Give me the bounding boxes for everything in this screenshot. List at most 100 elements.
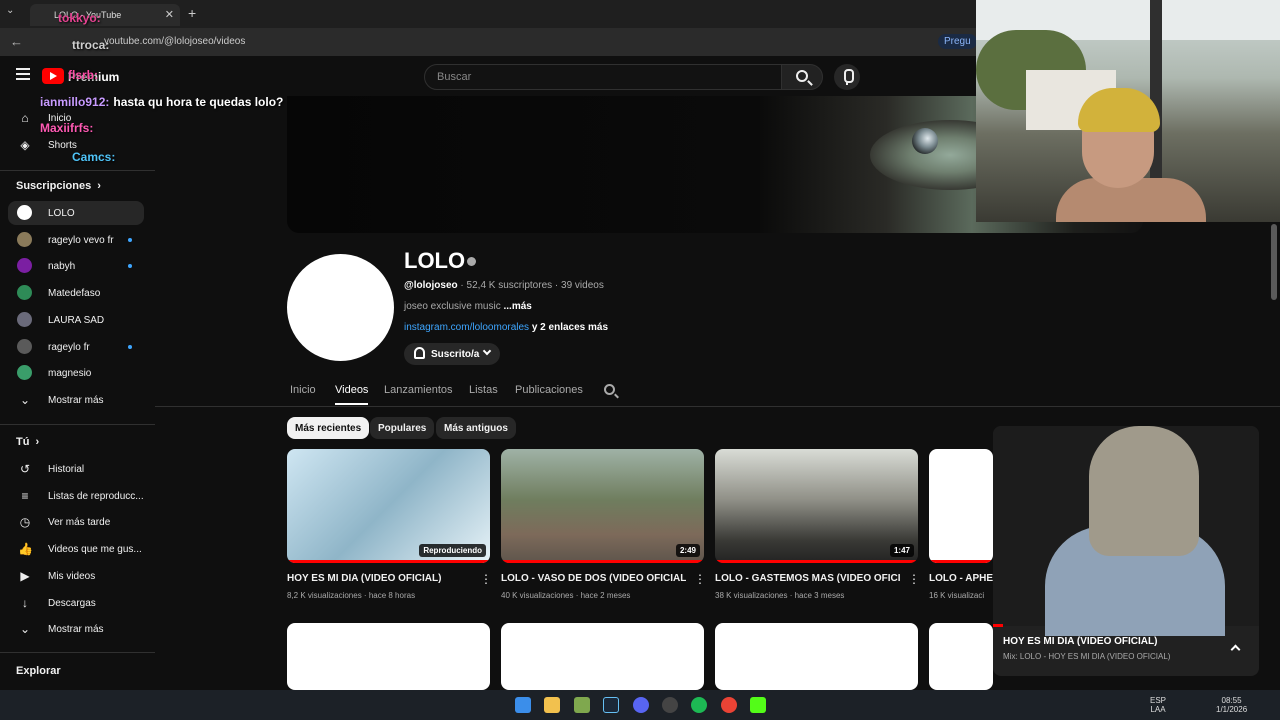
channel-avatar[interactable] <box>287 254 394 361</box>
video-thumbnail-placeholder[interactable] <box>715 623 918 690</box>
video-thumbnail[interactable]: Reproduciendo <box>287 449 490 563</box>
sidebar-item-liked[interactable]: 👍 Videos que me gus... <box>8 537 144 561</box>
sidebar-item-downloads[interactable]: ↓ Descargas <box>8 591 144 615</box>
chrome-icon[interactable] <box>721 697 737 713</box>
app-icon[interactable] <box>574 697 590 713</box>
sort-chip[interactable]: Populares <box>370 417 435 439</box>
file-explorer-icon[interactable] <box>544 697 560 713</box>
language-code: ESP <box>1150 696 1167 705</box>
channel-description[interactable]: joseo exclusive music ...más <box>404 301 532 312</box>
you-header[interactable]: Tú › <box>16 436 39 448</box>
sidebar-divider <box>0 424 155 425</box>
language-indicator[interactable]: ESP LAA <box>1150 696 1166 714</box>
tab-listas[interactable]: Listas <box>469 384 498 396</box>
menu-icon[interactable] <box>16 68 30 80</box>
search-button[interactable] <box>781 64 823 90</box>
steam-icon[interactable] <box>603 697 619 713</box>
show-more-you[interactable]: ⌄ Mostrar más <box>8 617 144 641</box>
sidebar-item-my-videos[interactable]: ▶ Mis videos <box>8 564 144 588</box>
clock[interactable]: 08:55 1/1/2026 <box>1216 696 1247 714</box>
sidebar-divider <box>0 170 155 171</box>
video-thumbnail[interactable]: 2:49 <box>501 449 704 563</box>
more-links[interactable]: y 2 enlaces más <box>529 322 608 333</box>
miniplayer-video[interactable] <box>993 426 1259 636</box>
subscription-item[interactable]: nabyh <box>8 254 144 278</box>
video-title[interactable]: HOY ES MI DIA (VIDEO OFICIAL) <box>287 573 472 584</box>
video-thumbnail[interactable]: 1:47 <box>715 449 918 563</box>
sidebar-item-watch-later[interactable]: ◷ Ver más tarde <box>8 510 144 534</box>
sort-chip[interactable]: Más recientes <box>287 417 370 439</box>
obs-icon[interactable] <box>662 697 678 713</box>
video-meta: 38 K visualizaciones · hace 3 meses <box>715 591 845 600</box>
video-title[interactable]: LOLO - VASO DE DOS (VIDEO OFICIAL) <box>501 573 686 584</box>
chevron-down-icon <box>482 346 492 356</box>
youtube-logo-icon[interactable] <box>42 68 64 84</box>
subscription-item[interactable]: LOLO <box>8 201 144 225</box>
search-icon <box>796 70 808 82</box>
expand-icon[interactable] <box>1230 644 1241 655</box>
sidebar-item-playlists[interactable]: ≡ Listas de reproducc... <box>8 484 144 508</box>
subscribed-button[interactable]: Suscrito/a <box>404 343 500 365</box>
video-meta: 40 K visualizaciones · hace 2 meses <box>501 591 631 600</box>
voice-search-icon[interactable] <box>834 64 860 90</box>
active-tab-underline <box>335 403 368 405</box>
home-icon: ⌂ <box>21 111 29 125</box>
more-options-icon[interactable]: ⋮ <box>480 573 492 586</box>
kick-icon[interactable] <box>750 697 766 713</box>
chat-username: Camcs: <box>72 150 116 164</box>
spotify-icon[interactable] <box>691 697 707 713</box>
page-scrollbar[interactable] <box>1271 224 1277 300</box>
more-options-icon[interactable]: ⋮ <box>908 573 920 586</box>
subscription-label: Matedefaso <box>48 288 101 300</box>
more-options-icon[interactable]: ⋮ <box>694 573 706 586</box>
browser-tab[interactable]: LOLO - YouTube ✕ <box>30 4 180 26</box>
tab-close-icon[interactable]: ✕ <box>165 8 174 21</box>
description-more-link[interactable]: ...más <box>503 301 531 312</box>
sidebar-item-label: Ver más tarde <box>48 517 111 529</box>
discord-icon[interactable] <box>633 697 649 713</box>
sidebar-item-history[interactable]: ↺ Historial <box>8 457 144 481</box>
video-thumbnail[interactable] <box>929 449 993 563</box>
subscription-item[interactable]: Matedefaso <box>8 281 144 305</box>
tab-publicaciones[interactable]: Publicaciones <box>515 384 583 396</box>
banner-eye-pupil <box>912 128 938 154</box>
show-more-label: Mostrar más <box>48 395 104 406</box>
tab-list-icon[interactable]: ⌄ <box>6 5 14 16</box>
chat-username: Maxiifrfs: <box>40 121 94 135</box>
video-thumbnail-placeholder[interactable] <box>287 623 490 690</box>
bell-icon <box>414 347 425 359</box>
url-field[interactable]: youtube.com/@lolojoseo/videos <box>104 36 245 47</box>
sidebar-divider <box>0 652 155 653</box>
back-arrow-icon[interactable]: ← <box>10 34 23 49</box>
tab-videos[interactable]: Videos <box>335 384 368 396</box>
subscription-item[interactable]: rageylo vevo fr <box>8 228 144 252</box>
sidebar-item-label: Descargas <box>48 597 96 609</box>
video-thumbnail-placeholder[interactable] <box>501 623 704 690</box>
subscription-item[interactable]: magnesio <box>8 361 144 385</box>
chat-message: ttroca: <box>72 38 109 52</box>
video-meta: 8,2 K visualizaciones · hace 8 horas <box>287 591 416 600</box>
new-tab-icon[interactable]: + <box>188 5 196 21</box>
subscription-item[interactable]: LAURA SAD <box>8 308 144 332</box>
instagram-link[interactable]: instagram.com/loloomorales <box>404 322 529 333</box>
subscription-item[interactable]: rageylo fr <box>8 335 144 359</box>
chat-text: hasta qu hora te quedas lolo? <box>113 95 284 109</box>
video-title[interactable]: LOLO - GASTEMOS MAS (VIDEO OFICIAL) <box>715 573 900 584</box>
chat-username: tokkyo: <box>58 11 101 25</box>
tab-inicio[interactable]: Inicio <box>290 384 316 396</box>
watch-progress <box>715 560 918 563</box>
channel-stats: · 52,4 K suscriptores · 39 videos <box>457 280 604 291</box>
ask-button[interactable]: Pregu <box>938 34 977 49</box>
sort-chip[interactable]: Más antiguos <box>436 417 516 439</box>
miniplayer[interactable]: HOY ES MI DIA (VIDEO OFICIAL) Mix: LOLO … <box>993 426 1259 676</box>
search-input[interactable]: Buscar <box>424 64 782 90</box>
chat-username: ttroca: <box>72 38 110 52</box>
channel-search-icon[interactable] <box>604 384 615 395</box>
tab-lanzamientos[interactable]: Lanzamientos <box>384 384 453 396</box>
video-thumbnail-placeholder[interactable] <box>929 623 993 690</box>
start-icon[interactable] <box>515 697 531 713</box>
new-content-dot <box>128 344 132 349</box>
video-title[interactable]: LOLO - APHEX T <box>929 573 993 584</box>
show-more-subscriptions[interactable]: ⌄ Mostrar más <box>8 388 144 412</box>
subscriptions-header[interactable]: Suscripciones › <box>16 180 101 192</box>
